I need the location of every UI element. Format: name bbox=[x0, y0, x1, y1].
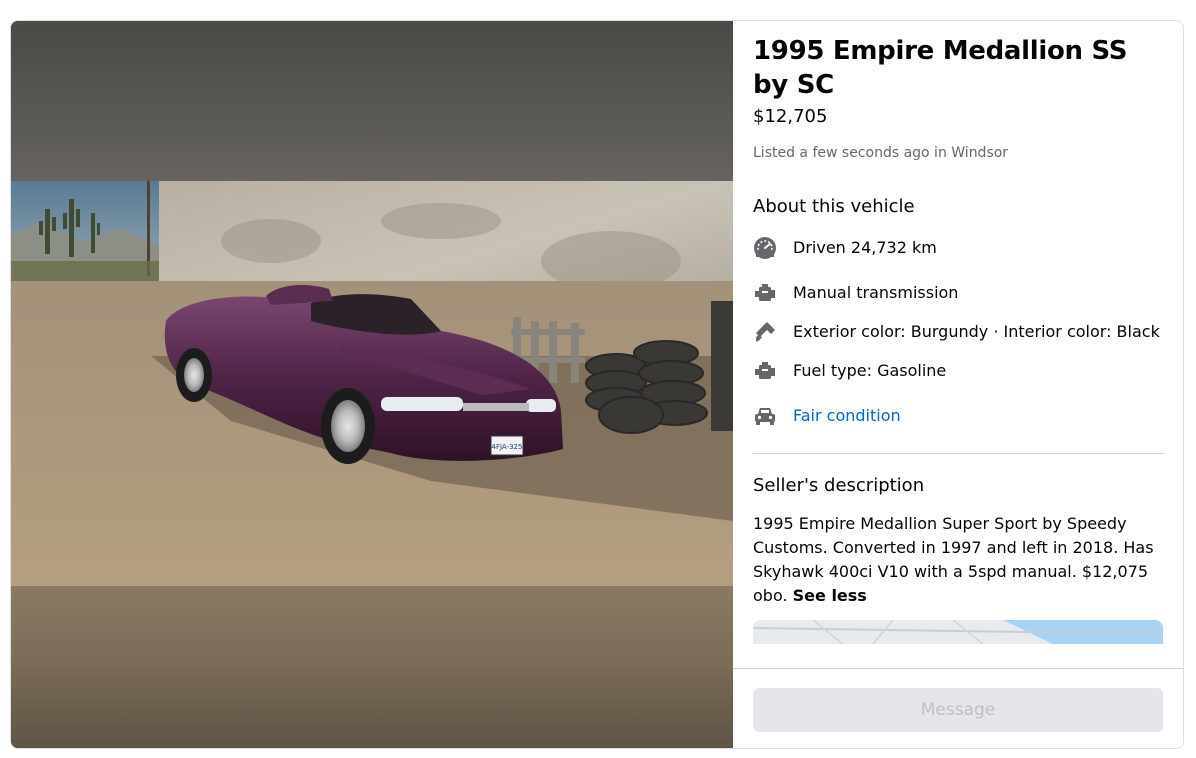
see-less-link[interactable]: See less bbox=[793, 586, 867, 605]
condition-link[interactable]: Fair condition bbox=[793, 406, 901, 425]
attribute-color: Exterior color: Burgundy · Interior colo… bbox=[753, 320, 1165, 344]
message-button[interactable]: Message bbox=[753, 688, 1163, 732]
attribute-fuel: Fuel type: Gasoline bbox=[753, 359, 1165, 383]
license-plate-text: 4FJA-325 bbox=[492, 443, 523, 451]
listing-meta: Listed a few seconds ago in Windsor bbox=[753, 145, 1009, 161]
listing-card: 4FJA-325 1995 Empire Medallion SS by SC … bbox=[10, 20, 1184, 749]
details-footer: Message bbox=[733, 668, 1183, 748]
engine-icon bbox=[755, 284, 775, 301]
tire-stack bbox=[585, 340, 708, 434]
listing-price: $12,705 bbox=[753, 106, 828, 127]
about-vehicle-heading: About this vehicle bbox=[753, 196, 915, 217]
speedometer-icon bbox=[754, 237, 776, 259]
engine-icon bbox=[755, 362, 775, 379]
seller-description-heading: Seller's description bbox=[753, 475, 925, 496]
attribute-condition: Fair condition bbox=[753, 404, 1165, 428]
attribute-text: Manual transmission bbox=[793, 283, 959, 302]
seller-description: 1995 Empire Medallion Super Sport by Spe… bbox=[753, 512, 1165, 608]
listing-photo[interactable]: 4FJA-325 bbox=[11, 181, 733, 586]
details-scroll-area[interactable]: 1995 Empire Medallion SS by SC $12,705 L… bbox=[733, 21, 1183, 668]
paint-brush-icon bbox=[755, 322, 775, 342]
photo-blur-backdrop-top bbox=[11, 21, 733, 181]
listing-media[interactable]: 4FJA-325 bbox=[11, 21, 733, 748]
attribute-mileage: Driven 24,732 km bbox=[753, 236, 1165, 260]
location-map-preview[interactable] bbox=[752, 619, 1164, 645]
listing-title: 1995 Empire Medallion SS by SC bbox=[753, 36, 1128, 100]
photo-blur-backdrop-bottom bbox=[11, 586, 733, 748]
attribute-text: Exterior color: Burgundy · Interior colo… bbox=[793, 322, 1160, 341]
attribute-text: Driven 24,732 km bbox=[793, 238, 937, 257]
car-icon bbox=[755, 408, 775, 425]
section-divider bbox=[753, 453, 1165, 454]
listing-details-panel: 1995 Empire Medallion SS by SC $12,705 L… bbox=[733, 21, 1183, 748]
attribute-text: Fuel type: Gasoline bbox=[793, 361, 947, 380]
attribute-transmission: Manual transmission bbox=[753, 281, 1165, 305]
